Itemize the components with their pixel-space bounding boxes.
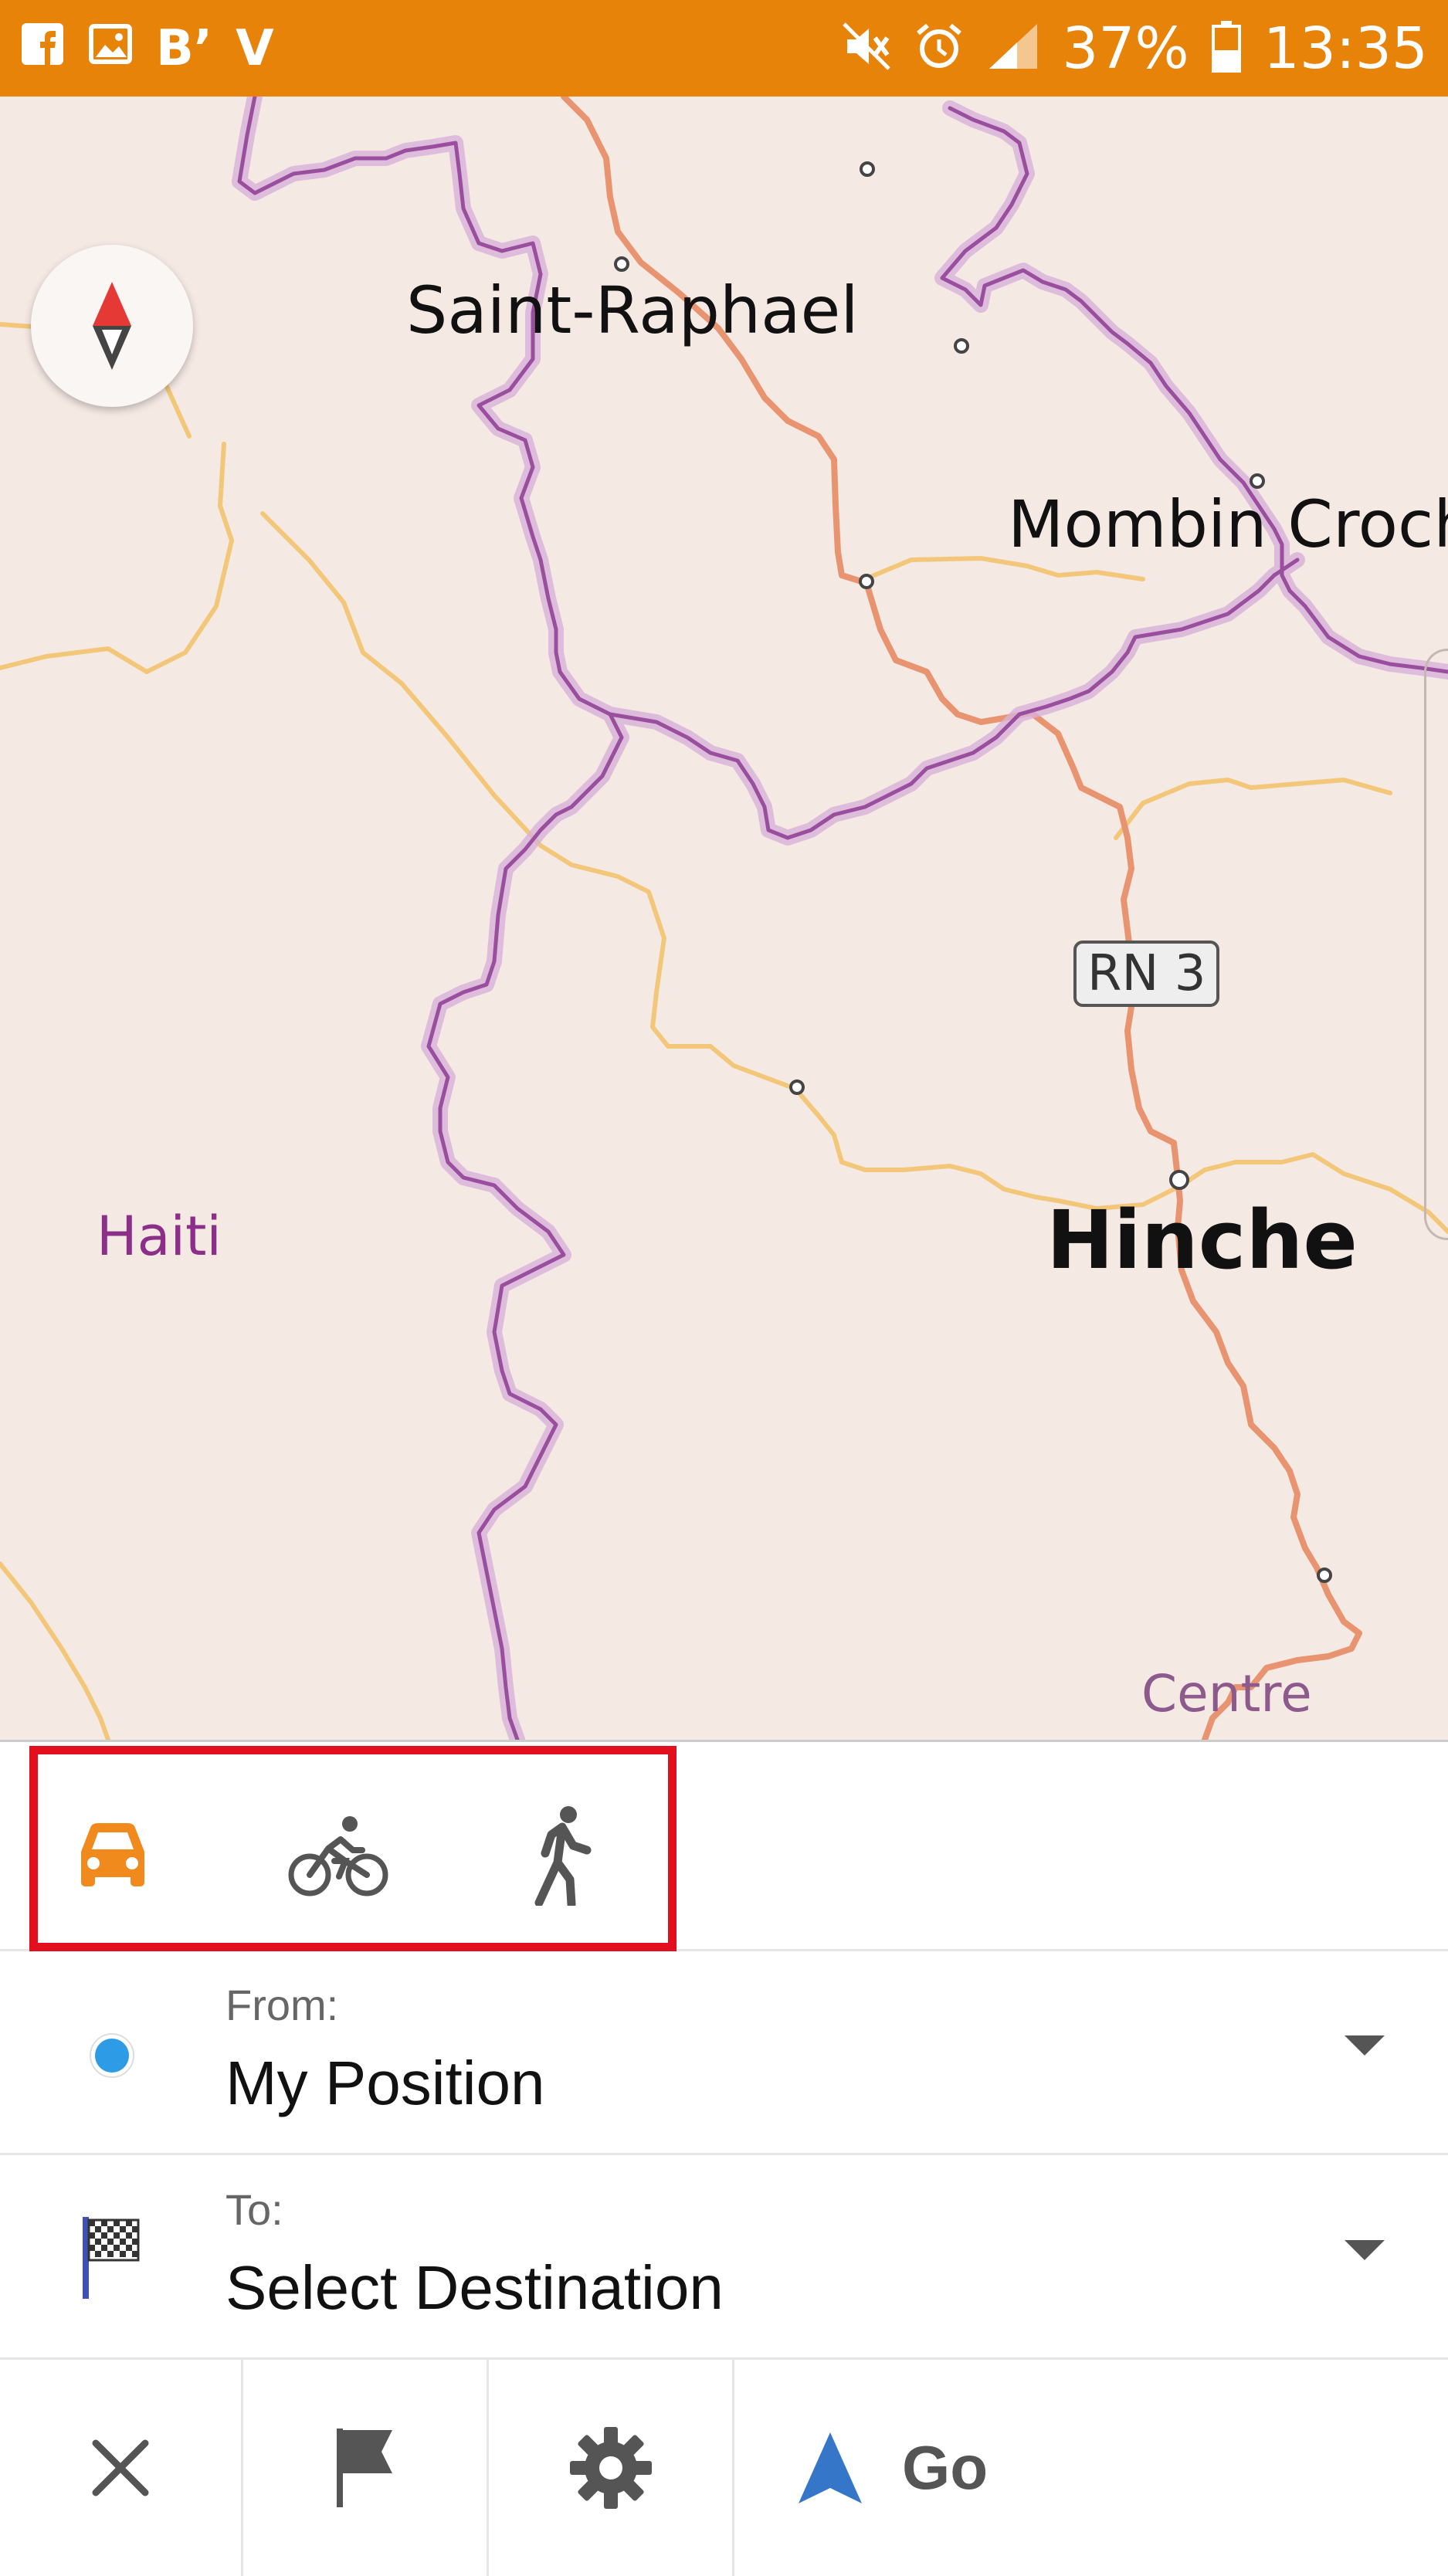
go-label: Go [902,2433,989,2502]
car-icon [81,1823,144,1886]
to-value: Select Destination [226,2253,724,2322]
walk-mode-button[interactable] [509,1805,617,1906]
map-label-saint-raphael: Saint-Raphael [406,273,859,348]
map-view[interactable]: Saint-Raphael Mombin Croch RN 3 Hinche H… [0,97,1448,1740]
map-label-haiti: Haiti [97,1205,222,1268]
gear-icon [569,2427,652,2509]
compass-button[interactable] [31,245,193,407]
b-app-icon: B’ [156,19,213,77]
action-bar: Go [0,2360,1448,2576]
to-field[interactable]: To: Select Destination [0,2154,1448,2360]
action-divider [732,2360,734,2576]
close-icon [92,2439,149,2496]
flag-icon [336,2429,392,2507]
to-dropdown-icon[interactable] [1345,2240,1385,2260]
battery-percent: 37% [1062,15,1189,82]
mute-icon [841,21,892,76]
travel-mode-bar [0,1742,1448,1951]
battery-icon [1211,19,1242,77]
pedestrian-icon [534,1806,592,1906]
close-button[interactable] [0,2360,241,2576]
notification-icons: B’ V [20,0,274,97]
map-label-hinche: Hinche [1046,1193,1358,1287]
bicycle-mode-button[interactable] [284,1805,392,1906]
map-label-mombin-crochu: Mombin Croch [1008,486,1448,562]
system-icons: 37% 13:35 [841,0,1428,97]
alarm-icon [914,21,965,76]
to-label: To: [226,2185,283,2234]
map-label-centre: Centre [1141,1664,1312,1724]
car-mode-button[interactable] [59,1805,167,1906]
my-location-dot-icon [90,2033,134,2078]
gallery-icon [88,22,133,75]
signal-icon [986,21,1040,76]
destination-flag-icon [83,2217,140,2299]
from-value: My Position [226,2049,545,2117]
route-panel: From: My Position To: Select Destination [0,1740,1448,2576]
road-shield-rn3: RN 3 [1073,941,1220,1007]
settings-button[interactable] [489,2360,732,2576]
compass-icon [93,282,131,370]
go-button[interactable]: Go [795,2360,988,2576]
bicycle-icon [288,1816,388,1896]
from-field[interactable]: From: My Position [0,1949,1448,2155]
navigation-arrow-icon [799,2432,862,2503]
from-label: From: [226,1981,339,2029]
facebook-icon [20,22,65,75]
v-app-icon: V [236,19,274,77]
clock: 13:35 [1263,15,1428,82]
waypoint-flag-button[interactable] [243,2360,487,2576]
side-panel-handle[interactable] [1424,649,1448,1240]
status-bar: B’ V 37% 13:35 [0,0,1448,97]
from-dropdown-icon[interactable] [1345,2035,1385,2056]
